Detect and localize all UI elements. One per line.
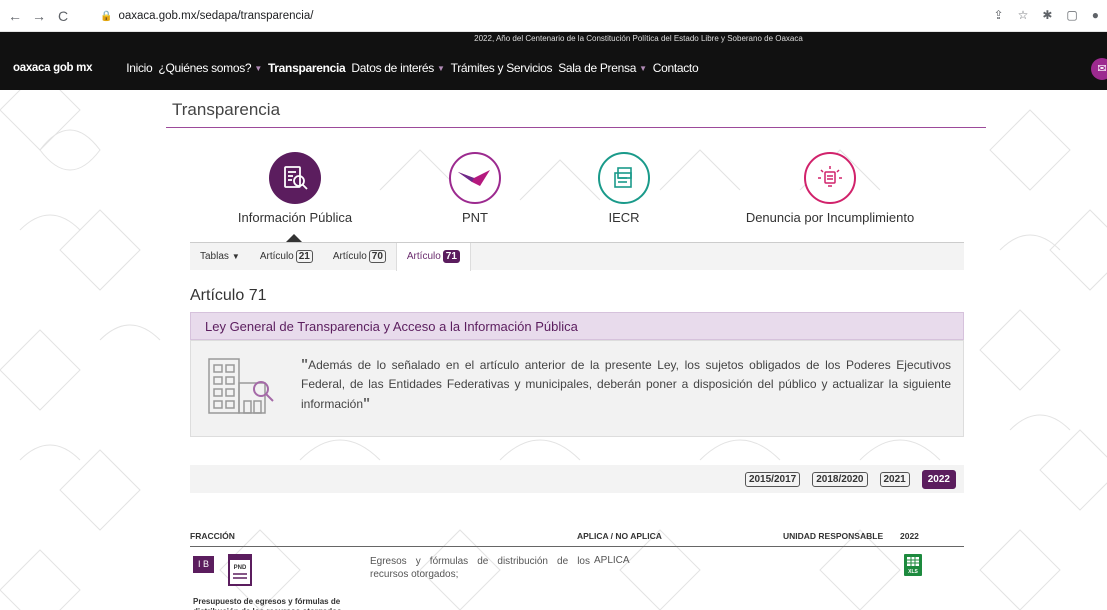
nav-item-transparencia[interactable]: Transparencia	[268, 61, 346, 75]
article-title: Artículo 71	[190, 287, 267, 304]
tab-articulo-70[interactable]: Artículo 70	[323, 243, 396, 271]
caret-down-icon: ▼	[437, 63, 445, 73]
section-label: Información Pública	[237, 210, 353, 225]
pnd-label: PND	[234, 565, 247, 571]
law-heading: Ley General de Transparencia y Acceso a …	[190, 312, 964, 340]
table-header: FRACCIÓN APLICA / NO APLICA UNIDAD RESPO…	[190, 529, 964, 547]
announcement-bar: 2022, Año del Centenario de la Constituc…	[0, 32, 1107, 46]
forward-icon[interactable]: →	[30, 8, 48, 24]
document-search-icon	[269, 152, 321, 204]
table-row: I B PND Egresos y fórmulas de distribuci…	[190, 554, 964, 610]
fraction-badge: I B	[193, 556, 214, 573]
main-content: Transparencia Información Pública PNT IE…	[0, 90, 1107, 610]
announcement-text: 2022, Año del Centenario de la Constituc…	[474, 34, 803, 43]
section-denuncia[interactable]: Denuncia por Incumplimiento	[730, 152, 930, 225]
article-quote-box: "Además de lo señalado en el artículo an…	[190, 340, 964, 437]
fraction-description: Egresos y fórmulas de distribución de lo…	[370, 556, 590, 580]
active-section-pointer	[286, 234, 302, 242]
main-navbar: oaxaca gob mx Inicio ¿Quiénes somos? ▼ Tr…	[0, 46, 1107, 90]
nav-item-contacto[interactable]: Contacto	[653, 61, 699, 75]
section-label: Denuncia por Incumplimiento	[745, 210, 915, 225]
lock-icon: 🔒	[100, 10, 113, 22]
caret-down-icon: ▼	[254, 63, 262, 73]
reload-icon[interactable]: C	[54, 8, 72, 24]
page-title: Transparencia	[172, 100, 281, 119]
back-icon[interactable]: ←	[6, 8, 24, 24]
year-2021[interactable]: 2021	[879, 471, 910, 487]
mail-icon[interactable]: ✉	[1091, 58, 1107, 80]
col-unidad: UNIDAD RESPONSABLE	[783, 531, 884, 541]
col-fraccion: FRACCIÓN	[190, 531, 235, 541]
title-divider	[166, 127, 986, 128]
section-iecr[interactable]: IECR	[574, 152, 674, 225]
tab-articulo-21[interactable]: Artículo 21	[250, 243, 323, 271]
section-icons: Información Pública PNT IECR Denuncia po…	[0, 152, 1107, 232]
pnd-document-icon[interactable]: PND	[228, 554, 252, 586]
url-text: oaxaca.gob.mx/sedapa/transparencia/	[118, 10, 314, 22]
section-informacion-publica[interactable]: Información Pública	[220, 152, 370, 225]
col-year: 2022	[900, 531, 919, 541]
nav-item-sala-de-prensa[interactable]: Sala de Prensa ▼	[558, 61, 647, 75]
caret-down-icon: ▼	[639, 63, 647, 73]
section-label: IECR	[608, 210, 640, 225]
bookmark-star-icon[interactable]: ☆	[1018, 8, 1029, 22]
browser-toolbar: ← → C 🔒 oaxaca.gob.mx/sedapa/transparenc…	[0, 0, 1107, 32]
aplica-status: APLICA	[594, 555, 630, 566]
share-icon[interactable]: ⇪	[994, 8, 1004, 22]
article-tabs: Tablas ▼ Artículo 21 Artículo 70 Artículo 71	[190, 242, 964, 271]
section-label: PNT	[462, 210, 488, 225]
close-quote-icon: "	[363, 395, 371, 412]
caret-down-icon: ▼	[231, 252, 240, 261]
fraction-caption: Presupuesto de egresos y fórmulas de dis…	[193, 597, 341, 610]
tab-tablas[interactable]: Tablas ▼	[190, 243, 250, 271]
year-2015-2017[interactable]: 2015/2017	[744, 471, 801, 487]
sidepanel-icon[interactable]: ▢	[1066, 8, 1077, 22]
table-header-divider	[190, 546, 964, 547]
nav-item-quienes-somos[interactable]: ¿Quiénes somos? ▼	[158, 61, 262, 75]
article-quote: "Además de lo señalado en el artículo an…	[301, 356, 951, 412]
alert-announcement-icon	[804, 152, 856, 204]
folder-documents-icon	[598, 152, 650, 204]
xls-label: XLS	[908, 569, 918, 575]
nav-menu: Inicio ¿Quiénes somos? ▼ Transparencia Da…	[126, 61, 704, 75]
year-2022[interactable]: 2022	[921, 469, 956, 489]
year-filter-bar: 2015/2017 2018/2020 2021 2022	[190, 465, 964, 493]
site-logo[interactable]: oaxaca gob mx	[13, 62, 93, 74]
nav-item-inicio[interactable]: Inicio	[126, 61, 153, 75]
address-bar[interactable]: 🔒 oaxaca.gob.mx/sedapa/transparencia/	[100, 5, 970, 27]
tab-articulo-71[interactable]: Artículo 71	[395, 242, 471, 271]
building-search-icon	[208, 358, 274, 414]
xls-download-icon[interactable]: XLS	[904, 554, 922, 576]
section-pnt[interactable]: PNT	[425, 152, 525, 225]
extensions-icon[interactable]: ✱	[1042, 8, 1052, 22]
year-2018-2020[interactable]: 2018/2020	[812, 471, 868, 487]
nav-item-tramites[interactable]: Trámites y Servicios	[451, 61, 553, 75]
col-aplica: APLICA / NO APLICA	[577, 531, 662, 541]
nav-item-datos-de-interes[interactable]: Datos de interés ▼	[351, 61, 445, 75]
profile-icon[interactable]: ●	[1092, 8, 1099, 22]
pnt-logo-icon	[449, 152, 501, 204]
